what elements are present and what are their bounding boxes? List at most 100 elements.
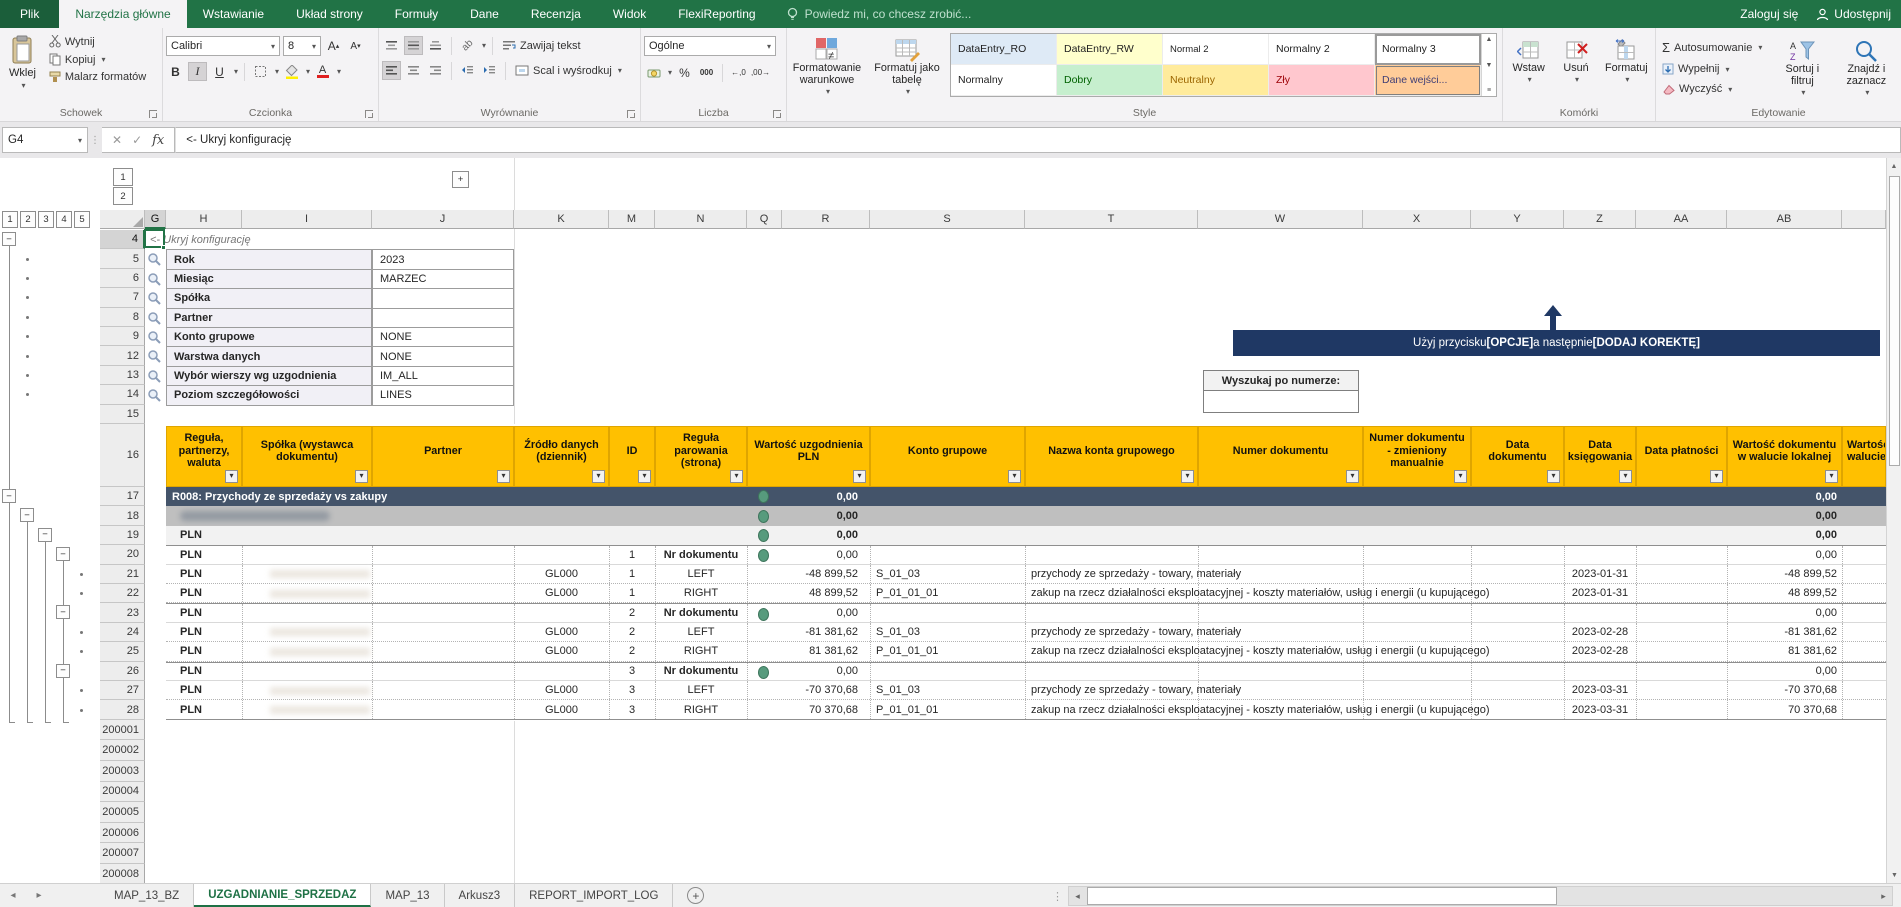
table-header-QR[interactable]: Wartość uzgodnienia PLN▾	[747, 426, 870, 487]
scroll-up-icon[interactable]: ▲	[1887, 158, 1901, 174]
cell-M-r27[interactable]: 3	[609, 681, 655, 699]
column-header-Z[interactable]: Z	[1564, 210, 1636, 229]
config-value[interactable]: IM_ALL	[372, 366, 514, 386]
column-header-K[interactable]: K	[514, 210, 609, 229]
row-header-200007[interactable]: 200007	[100, 843, 145, 864]
collapse-outline-button[interactable]: −	[38, 528, 52, 542]
row-header-14[interactable]: 14	[100, 385, 145, 404]
borders-button[interactable]	[251, 62, 270, 81]
cell-H-r26[interactable]: PLN	[166, 663, 242, 680]
cell-QR-r27[interactable]: -70 370,68	[747, 681, 870, 699]
cell-AB-r19[interactable]: 0,00	[1727, 526, 1842, 545]
row-header-5[interactable]: 5	[100, 249, 145, 268]
ribbon-tab-4[interactable]: Dane	[454, 0, 515, 28]
cell-H-r28[interactable]: PLN	[166, 700, 242, 718]
cell-M-r23[interactable]: 2	[609, 604, 655, 621]
percent-style-button[interactable]: %	[675, 63, 694, 82]
gallery-more-icon[interactable]: ≡	[1487, 87, 1491, 94]
cell-H-r22[interactable]: PLN	[166, 584, 242, 602]
row-header-27[interactable]: 27	[100, 681, 145, 700]
config-label[interactable]: Konto grupowe	[166, 327, 372, 347]
cell-T-r25[interactable]: zakup na rzecz działalności eksploatacyj…	[1025, 642, 1198, 660]
config-value[interactable]: NONE	[372, 327, 514, 347]
decrease-decimal-button[interactable]: ,00→	[751, 63, 770, 82]
column-outline-level-2[interactable]: 2	[113, 187, 133, 205]
align-bottom-button[interactable]	[426, 36, 445, 55]
config-label[interactable]: Warstwa danych	[166, 346, 372, 366]
cell-N-r20[interactable]: Nr dokumentu	[655, 546, 747, 563]
align-center-button[interactable]	[404, 61, 423, 80]
table-header-AB[interactable]: Wartość dokumentu w walucie lokalnej▾	[1727, 426, 1842, 487]
table-row-26[interactable]: PLN3Nr dokumentu0,000,00	[166, 662, 1886, 681]
ribbon-tab-0[interactable]: Narzędzia główne	[59, 0, 186, 28]
cell-QR-r20[interactable]: 0,00	[747, 546, 870, 563]
align-top-button[interactable]	[382, 36, 401, 55]
filter-button[interactable]: ▾	[1825, 470, 1838, 483]
row-header-18[interactable]: 18	[100, 506, 145, 525]
filter-button[interactable]: ▾	[638, 470, 651, 483]
cell-QR-r17[interactable]: 0,00	[747, 487, 870, 506]
formula-input[interactable]: <- Ukryj konfigurację	[175, 127, 1901, 153]
gallery-scrollbar[interactable]: ▲▼≡	[1481, 34, 1496, 96]
column-header-N[interactable]: N	[655, 210, 747, 229]
collapse-outline-button[interactable]: −	[2, 489, 16, 503]
sheet-nav-left-icon[interactable]: ◂	[0, 884, 26, 907]
table-header-M[interactable]: ID▾	[609, 426, 655, 487]
cell-K-r27[interactable]: GL000	[514, 681, 609, 699]
table-header-Y[interactable]: Data dokumentu▾	[1471, 426, 1564, 487]
vertical-scrollbar[interactable]: ▲ ▼	[1886, 158, 1901, 883]
row-header-200003[interactable]: 200003	[100, 761, 145, 782]
cell-AB-r23[interactable]: 0,00	[1727, 604, 1842, 621]
style-chip-8[interactable]: Zły	[1269, 65, 1375, 96]
wrap-text-button[interactable]: Zawijaj tekst	[499, 39, 584, 53]
sheet-tab-0[interactable]: MAP_13_BZ	[100, 884, 194, 907]
row-header-200002[interactable]: 200002	[100, 740, 145, 761]
font-color-button[interactable]: A	[313, 62, 332, 81]
cell-AB-r28[interactable]: 70 370,68	[1727, 700, 1842, 718]
cell-M-r26[interactable]: 3	[609, 663, 655, 680]
table-header-K[interactable]: Źródło danych (dziennik)▾	[514, 426, 609, 487]
select-all-corner[interactable]	[100, 210, 145, 229]
sheet-tab-1[interactable]: UZGADNIANIE_SPRZEDAZ	[194, 884, 371, 907]
column-header-R[interactable]: R	[782, 210, 870, 229]
ribbon-tab-2[interactable]: Układ strony	[280, 0, 379, 28]
cell-N-r28[interactable]: RIGHT	[655, 700, 747, 718]
row-header-17[interactable]: 17	[100, 487, 145, 506]
tell-me-box[interactable]: Powiedz mi, co chcesz zrobić...	[772, 0, 986, 28]
cell-N-r22[interactable]: RIGHT	[655, 584, 747, 602]
ribbon-tab-3[interactable]: Formuły	[379, 0, 454, 28]
cell-K-r28[interactable]: GL000	[514, 700, 609, 718]
cell-QR-r19[interactable]: 0,00	[747, 526, 870, 545]
cell-QR-r26[interactable]: 0,00	[747, 663, 870, 680]
column-header-Y[interactable]: Y	[1471, 210, 1564, 229]
config-value[interactable]	[372, 308, 514, 328]
name-box[interactable]: G4▾	[2, 127, 88, 153]
align-left-button[interactable]	[382, 61, 401, 80]
tab-plik[interactable]: Plik	[0, 0, 59, 28]
font-size-select[interactable]: 8▾	[283, 36, 321, 56]
cell-T-r27[interactable]: przychody ze sprzedaży - towary, materia…	[1025, 681, 1198, 699]
cell-QR-r25[interactable]: 81 381,62	[747, 642, 870, 660]
merge-center-button[interactable]: Scal i wyśrodkuj▾	[512, 64, 625, 78]
cell-K-r22[interactable]: GL000	[514, 584, 609, 602]
copy-button[interactable]: Kopiuj▾	[46, 52, 149, 67]
cell-Z-r21[interactable]: 2023-01-31	[1564, 565, 1636, 583]
cell-K-r25[interactable]: GL000	[514, 642, 609, 660]
table-header-T[interactable]: Nazwa konta grupowego▾	[1025, 426, 1198, 487]
cell-AB-r26[interactable]: 0,00	[1727, 663, 1842, 680]
filter-button[interactable]: ▾	[1008, 470, 1021, 483]
number-format-select[interactable]: Ogólne▾	[644, 36, 776, 56]
column-outline-level-1[interactable]: 1	[113, 168, 133, 186]
autosum-button[interactable]: ΣAutosumowanie▾	[1659, 39, 1765, 56]
filter-button[interactable]: ▾	[1346, 470, 1359, 483]
fill-button[interactable]: Wypełnij▾	[1659, 62, 1765, 76]
insert-cells-button[interactable]: Wstaw▾	[1506, 35, 1551, 89]
find-select-button[interactable]: Znajdź i zaznacz▾	[1839, 36, 1893, 102]
column-header-partial[interactable]	[1842, 210, 1886, 229]
cell-N-r25[interactable]: RIGHT	[655, 642, 747, 660]
config-label[interactable]: Wybór wierszy wg uzgodnienia	[166, 366, 372, 386]
config-label[interactable]: Miesiąc	[166, 269, 372, 289]
table-header-J[interactable]: Partner▾	[372, 426, 514, 487]
collapse-outline-button[interactable]: −	[2, 232, 16, 246]
tab-splitter-handle[interactable]: ⋮	[1052, 884, 1063, 907]
